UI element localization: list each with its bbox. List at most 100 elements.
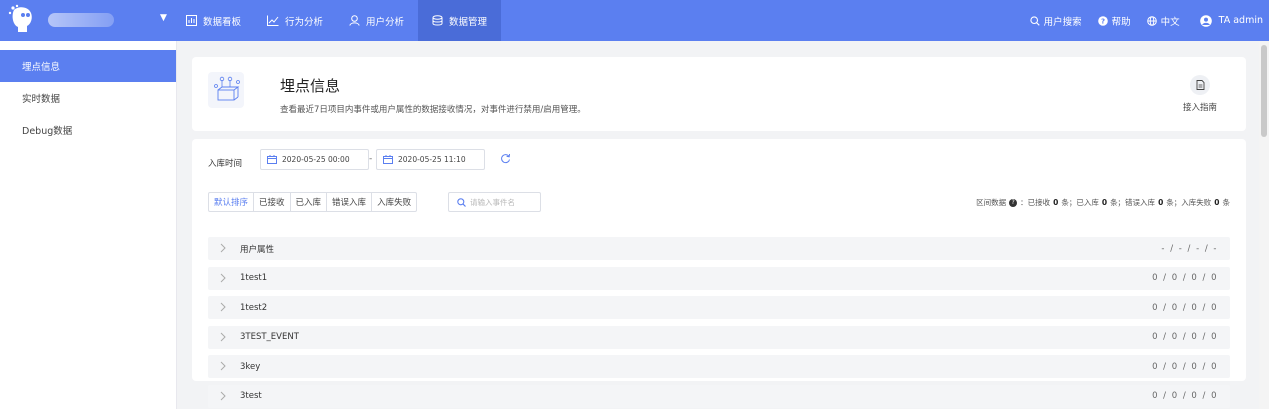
sidebar-item-debug-data[interactable]: Debug数据 bbox=[0, 114, 176, 146]
event-row[interactable]: 3TEST_EVENT 0 / 0 / 0 / 0 bbox=[208, 325, 1230, 349]
top-navbar: ▼ 数据看板 行为分析 用户分析 数据管理 用户搜索 ? 帮助 中文 TA ad… bbox=[0, 0, 1269, 41]
stats-received-label: ：已接收 bbox=[1020, 198, 1051, 207]
sidebar-item-realtime-data[interactable]: 实时数据 bbox=[0, 82, 176, 114]
nav-data-management[interactable]: 数据管理 bbox=[418, 0, 502, 41]
sort-tabs: 默认排序 已接收 已入库 错误入库 入库失败 bbox=[208, 192, 418, 212]
logo-icon[interactable] bbox=[8, 4, 34, 34]
user-search-label: 用户搜索 bbox=[1043, 16, 1082, 28]
event-row[interactable]: 3test 0 / 0 / 0 / 0 bbox=[208, 384, 1230, 408]
scrollbar-thumb[interactable] bbox=[1261, 45, 1267, 137]
dashboard-icon bbox=[186, 15, 197, 26]
event-name: 1test2 bbox=[240, 302, 268, 313]
avatar-icon bbox=[1199, 14, 1212, 27]
event-row[interactable]: 1test2 0 / 0 / 0 / 0 bbox=[208, 296, 1230, 319]
access-guide-label: 接入指南 bbox=[1182, 103, 1217, 113]
event-name: 3test bbox=[240, 391, 262, 401]
page-title: 埋点信息 bbox=[280, 77, 341, 95]
project-name-blurred[interactable] bbox=[48, 13, 114, 27]
sidebar-item-label: Debug数据 bbox=[22, 126, 73, 137]
event-search-input[interactable] bbox=[470, 197, 540, 207]
page-description: 查看最近7日项目内事件或用户属性的数据接收情况，对事件进行禁用/启用管理。 bbox=[280, 105, 586, 115]
start-date-value: 2020-05-25 00:00 bbox=[282, 155, 350, 164]
sort-failed[interactable]: 入库失败 bbox=[372, 193, 416, 211]
sort-stored[interactable]: 已入库 bbox=[291, 193, 328, 211]
user-icon bbox=[349, 15, 360, 26]
page-scrollbar[interactable] bbox=[1259, 41, 1269, 409]
stats-error: 0 bbox=[1158, 198, 1164, 207]
chevron-right-icon bbox=[220, 273, 226, 282]
chevron-right-icon bbox=[220, 302, 226, 312]
access-guide-button[interactable]: 接入指南 bbox=[1180, 75, 1220, 113]
event-name: 3TEST_EVENT bbox=[240, 332, 299, 342]
svg-text:?: ? bbox=[1101, 17, 1105, 25]
event-name: 3key bbox=[240, 361, 261, 372]
stats-prefix: 区间数据 bbox=[976, 198, 1007, 207]
chevron-right-icon bbox=[220, 391, 226, 400]
event-row[interactable]: 3key 0 / 0 / 0 / 0 bbox=[208, 355, 1230, 378]
storage-time-label: 入库时间 bbox=[208, 159, 243, 169]
sort-error[interactable]: 错误入库 bbox=[327, 193, 373, 211]
end-date-value: 2020-05-25 11:10 bbox=[398, 155, 466, 164]
right-nav: 用户搜索 ? 帮助 中文 TA admin bbox=[1014, 0, 1263, 41]
sidebar-item-tracking-info[interactable]: 埋点信息 bbox=[0, 50, 176, 82]
stats-received: 0 bbox=[1053, 198, 1059, 207]
chevron-right-icon bbox=[220, 332, 226, 341]
event-stats: 0 / 0 / 0 / 0 bbox=[1152, 273, 1218, 283]
refresh-icon[interactable] bbox=[500, 153, 511, 167]
language-switch[interactable]: 中文 bbox=[1146, 14, 1180, 28]
user-name: TA admin bbox=[1218, 15, 1263, 26]
event-row[interactable]: 1test1 0 / 0 / 0 / 0 bbox=[208, 266, 1230, 290]
user-menu[interactable]: TA admin bbox=[1199, 14, 1263, 27]
nav-dashboard[interactable]: 数据看板 bbox=[176, 0, 251, 41]
nav-user-analysis[interactable]: 用户分析 bbox=[339, 0, 414, 41]
page-header: 埋点信息 查看最近7日项目内事件或用户属性的数据接收情况，对事件进行禁用/启用管… bbox=[192, 57, 1246, 131]
end-date-picker[interactable]: 2020-05-25 11:10 bbox=[376, 149, 485, 170]
nav-behavior[interactable]: 行为分析 bbox=[257, 0, 333, 41]
interval-stats: 区间数据 ? ：已接收 0 条；已入库 0 条；错误入库 0 条；入库失败 0 … bbox=[976, 197, 1230, 208]
chevron-right-icon bbox=[220, 243, 226, 253]
calendar-icon bbox=[267, 155, 277, 164]
language-label: 中文 bbox=[1160, 16, 1180, 28]
stats-error-label: 条；错误入库 bbox=[1110, 198, 1156, 207]
sidebar-item-label: 实时数据 bbox=[22, 94, 61, 105]
chevron-right-icon bbox=[220, 361, 226, 371]
start-date-picker[interactable]: 2020-05-25 00:00 bbox=[260, 149, 369, 170]
help-label: 帮助 bbox=[1111, 16, 1131, 28]
event-stats: 0 / 0 / 0 / 0 bbox=[1152, 332, 1218, 342]
event-list: 用户属性 - / - / - / - 1test1 0 / 0 / 0 / 0 … bbox=[208, 237, 1230, 409]
stats-stored: 0 bbox=[1101, 198, 1108, 207]
date-separator: - bbox=[369, 154, 373, 164]
nav-dashboard-label: 数据看板 bbox=[203, 16, 242, 28]
event-name: 用户属性 bbox=[240, 244, 275, 255]
caret-down-icon[interactable]: ▼ bbox=[160, 13, 167, 23]
calendar-icon bbox=[383, 155, 393, 164]
language-icon bbox=[1146, 15, 1157, 26]
event-stats: 0 / 0 / 0 / 0 bbox=[1152, 361, 1218, 372]
stats-suffix: 条 bbox=[1222, 198, 1231, 207]
event-stats: 0 / 0 / 0 / 0 bbox=[1152, 302, 1218, 313]
stats-stored-label: 条；已入库 bbox=[1061, 198, 1099, 207]
trend-icon bbox=[267, 15, 279, 26]
help-button[interactable]: ? 帮助 bbox=[1097, 14, 1131, 28]
sidebar-item-label: 埋点信息 bbox=[22, 62, 61, 73]
user-search-button[interactable]: 用户搜索 bbox=[1029, 14, 1082, 28]
event-search bbox=[448, 192, 541, 212]
database-icon bbox=[432, 15, 443, 26]
sort-default[interactable]: 默认排序 bbox=[209, 193, 255, 211]
search-icon bbox=[1029, 15, 1040, 26]
nav-data-management-label: 数据管理 bbox=[449, 16, 488, 28]
main-nav: 数据看板 行为分析 用户分析 数据管理 bbox=[176, 0, 502, 41]
question-icon[interactable]: ? bbox=[1009, 198, 1018, 207]
event-stats: - / - / - / - bbox=[1161, 243, 1218, 254]
stats-failed: 0 bbox=[1214, 198, 1220, 207]
stats-failed-label: 条；入库失败 bbox=[1166, 198, 1212, 207]
nav-behavior-label: 行为分析 bbox=[285, 16, 324, 28]
event-stats: 0 / 0 / 0 / 0 bbox=[1152, 391, 1218, 401]
sidebar: 埋点信息 实时数据 Debug数据 bbox=[0, 41, 177, 409]
sort-received[interactable]: 已接收 bbox=[254, 193, 291, 211]
nav-user-analysis-label: 用户分析 bbox=[366, 16, 405, 28]
search-icon bbox=[457, 197, 466, 207]
event-row[interactable]: 用户属性 - / - / - / - bbox=[208, 237, 1230, 260]
event-name: 1test1 bbox=[240, 273, 268, 283]
tracking-cube-icon bbox=[208, 72, 244, 108]
